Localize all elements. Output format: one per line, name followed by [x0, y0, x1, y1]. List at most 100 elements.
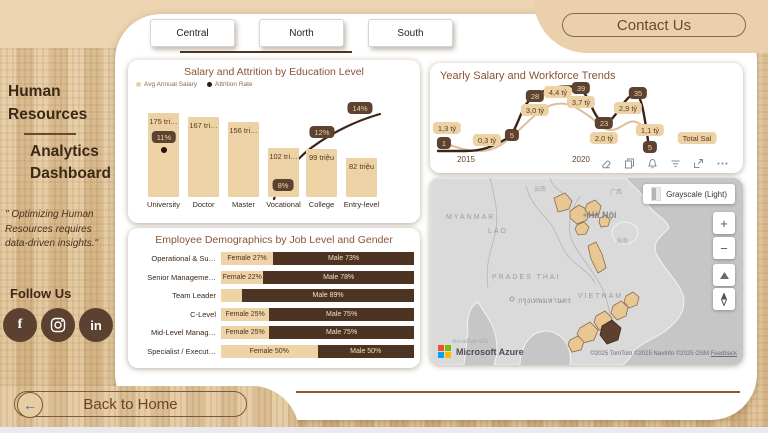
female-segment: Female 25%: [221, 308, 269, 321]
demo-row: Specialist / Execut…Female 50%Male 50%: [136, 345, 414, 358]
demo-row: Mid-Level Manag…Female 25%Male 75%: [136, 326, 414, 339]
map-label-text: กรุงเทพมหานคร: [518, 295, 571, 307]
eraser-icon[interactable]: [601, 158, 612, 169]
page-subtitle: Analytics Dashboard: [30, 141, 111, 186]
total-salary-label: Total Sal: [678, 132, 717, 144]
alert-icon[interactable]: [647, 158, 658, 169]
workforce-chip: 1: [437, 137, 451, 149]
microsoft-azure-brand: Microsoft Azure: [438, 345, 524, 358]
demographics-rows: Operational & Su…Female 27%Male 73%Senio…: [136, 252, 414, 358]
gender-bar: Female 27%Male 73%: [221, 252, 414, 265]
male-segment: Male 50%: [318, 345, 415, 358]
social-links: f in: [3, 308, 113, 342]
axis-label-entry-level: Entry-level: [340, 200, 383, 209]
facebook-icon[interactable]: f: [3, 308, 37, 342]
compass-button[interactable]: [713, 288, 735, 310]
salary-attrition-card: Salary and Attrition by Education Level …: [128, 60, 420, 223]
female-segment: Female 22%: [221, 271, 263, 284]
bar-value-label: 99 triệu: [302, 153, 341, 162]
gender-bar: Female 50%Male 50%: [221, 345, 414, 358]
job-level-label: Senior Manageme…: [136, 273, 221, 282]
female-segment: Female 27%: [221, 252, 273, 265]
window-bottom-strip: [0, 427, 768, 433]
instagram-icon[interactable]: [41, 308, 75, 342]
attrition-point: [161, 147, 167, 153]
female-segment: Female 25%: [221, 326, 269, 339]
page-subtitle-line1: Analytics: [30, 141, 111, 163]
attribution-text: ©2025 TomTom ©2025 NavInfo ©2025 OSM: [590, 351, 709, 357]
salary-chip: 0,3 tỷ: [473, 134, 501, 146]
male-segment: Male 75%: [269, 326, 414, 339]
trends-plot-area: 152839233551,3 tỷ0,3 tỷ3,0 tỷ4,4 tỷ3,7 t…: [430, 63, 743, 173]
male-segment: Male 78%: [263, 271, 414, 284]
gender-bar: Female 25%Male 75%: [221, 308, 414, 321]
bar-value-label: 167 tri…: [184, 121, 223, 130]
feedback-link[interactable]: Feedback: [711, 351, 737, 357]
bar-value-label: 82 triệu: [342, 162, 381, 171]
job-level-label: Mid-Level Manag…: [136, 328, 221, 337]
demo-row: C-LevelFemale 25%Male 75%: [136, 308, 414, 321]
salary-chip: 1,1 tỷ: [636, 124, 664, 136]
footer-divider: [296, 391, 740, 393]
map-labels: 云南广西MYANMARLAO海南Hà NộiPRADES THAIกรุงเทพ…: [430, 178, 743, 365]
map-label-text: LAO: [488, 228, 508, 235]
x-tick-2015: 2015: [457, 155, 475, 164]
nav-button-south[interactable]: South: [368, 19, 453, 47]
map-label-text: 广西: [610, 187, 622, 196]
job-level-label: C-Level: [136, 310, 221, 319]
bottom-left-decoration: Back to Home ←: [0, 386, 299, 433]
nav-underline: [180, 51, 352, 53]
map-attribution: ©2025 TomTom ©2025 NavInfo ©2025 OSM Fee…: [590, 351, 737, 357]
page-subtitle-line2: Dashboard: [30, 163, 111, 185]
focus-mode-icon[interactable]: [693, 158, 704, 169]
back-to-home-button[interactable]: Back to Home: [14, 391, 247, 417]
workforce-chip: 5: [505, 129, 519, 141]
contact-us-button[interactable]: Contact Us: [562, 13, 746, 37]
axis-label-university: University: [142, 200, 185, 209]
filter-icon[interactable]: [670, 158, 681, 169]
salary-plot-area: 175 tri…University167 tri…Doctor156 tri……: [128, 60, 420, 223]
sidebar: Human Resources Analytics Dashboard " Op…: [0, 0, 118, 433]
page-title: Human Resources: [8, 80, 87, 127]
zoom-in-button[interactable]: +: [713, 212, 735, 234]
job-level-label: Team Leader: [136, 291, 221, 300]
microsoft-logo-icon: [438, 345, 451, 358]
x-tick-2020: 2020: [572, 155, 590, 164]
region-nav: Central North South: [150, 19, 453, 47]
gender-bar: Female 22%Male 78%: [221, 271, 414, 284]
map-style-selector[interactable]: Grayscale (Light): [643, 184, 735, 204]
page-title-line2: Resources: [8, 103, 87, 126]
map-card: 云南广西MYANMARLAO海南Hà NộiPRADES THAIกรุงเทพ…: [430, 178, 743, 365]
page-title-line1: Human: [8, 80, 87, 103]
follow-us-label: Follow Us: [10, 286, 71, 301]
workforce-chip: 28: [526, 90, 544, 102]
demo-row: Operational & Su…Female 27%Male 73%: [136, 252, 414, 265]
map-label-text: 云南: [534, 184, 546, 193]
bar-value-label: 156 tri…: [224, 126, 263, 135]
more-options-icon[interactable]: [716, 158, 729, 169]
tilt-button[interactable]: [713, 264, 735, 286]
salary-chip: 2,0 tỷ: [590, 132, 618, 144]
copy-icon[interactable]: [624, 158, 635, 169]
male-segment: Male 73%: [273, 252, 414, 265]
nav-button-central[interactable]: Central: [150, 19, 235, 47]
male-segment: Male 75%: [269, 308, 414, 321]
linkedin-icon[interactable]: in: [79, 308, 113, 342]
axis-label-master: Master: [222, 200, 265, 209]
map-style-thumbnail-icon: [651, 187, 661, 201]
male-segment: Male 89%: [242, 289, 414, 302]
map-style-label: Grayscale (Light): [666, 190, 727, 199]
demographics-title: Employee Demographics by Job Level and G…: [128, 234, 420, 246]
zoom-out-button[interactable]: −: [713, 237, 735, 259]
job-level-label: Operational & Su…: [136, 254, 221, 263]
map-label-text: MYANMAR: [446, 214, 495, 221]
compass-icon: [719, 293, 729, 306]
nav-button-north[interactable]: North: [259, 19, 344, 47]
attrition-chip: 12%: [309, 126, 334, 138]
top-right-decoration: Contact Us: [534, 0, 768, 53]
axis-label-doctor: Doctor: [182, 200, 225, 209]
back-arrow-icon[interactable]: ←: [17, 392, 43, 418]
attrition-chip: 14%: [347, 102, 372, 114]
hr-dashboard-page: Central North South Contact Us Human Resou…: [0, 0, 768, 433]
title-divider: [24, 133, 76, 135]
